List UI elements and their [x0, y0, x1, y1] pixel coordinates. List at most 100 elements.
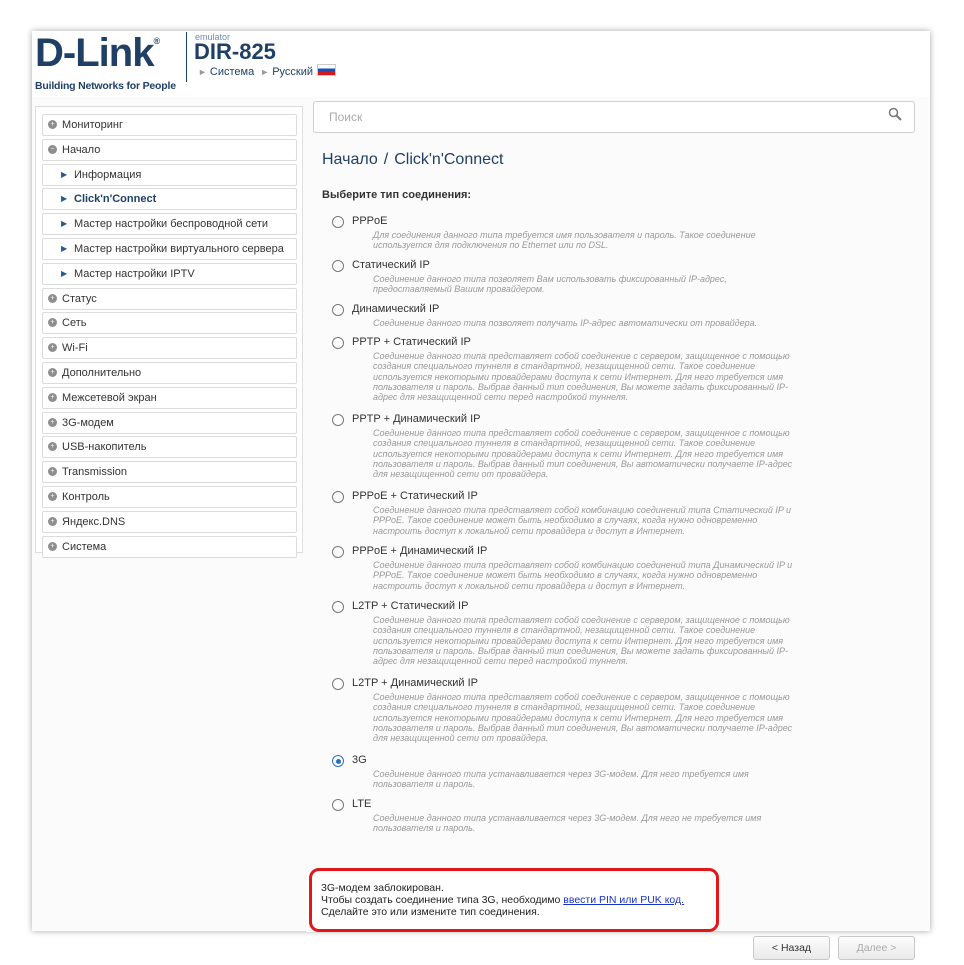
chevron-right-icon: ►	[260, 67, 270, 77]
description-line: используется для подключения по Ethernet…	[373, 240, 609, 251]
section-title: Выберите тип соединения:	[322, 189, 472, 201]
radio-button[interactable]	[332, 601, 344, 613]
option-name[interactable]: PPPoE + Статический IP	[352, 490, 478, 502]
option-name[interactable]: PPTP + Статический IP	[352, 336, 471, 348]
description-line: Соединение данного типа представляет соб…	[373, 692, 790, 702]
description-line: пользователя и пароль. Выбрав данный тип…	[373, 722, 793, 733]
option-name[interactable]: L2TP + Динамический IP	[352, 677, 478, 689]
description-line: создания специального туннеля в стандарт…	[373, 438, 756, 449]
description-line: адрес для незащищенной сети перед настро…	[373, 392, 629, 403]
sidebar-item[interactable]: + Мониторинг	[42, 114, 297, 136]
option-name[interactable]: PPTP + Динамический IP	[352, 413, 480, 425]
option-description: Соединение данного типа представляет соб…	[373, 428, 843, 479]
header: D-Link® Building Networks for People emu…	[32, 31, 930, 97]
triangle-right-icon: ▶	[61, 219, 68, 229]
description-line: настроить доступ к локальной сети провай…	[373, 580, 686, 591]
option-description: Соединение данного типа устанавливается …	[373, 769, 843, 790]
description-line: Соединение данного типа представляет соб…	[373, 428, 790, 438]
radio-button[interactable]	[332, 216, 344, 228]
radio-button[interactable]	[332, 414, 344, 426]
dlink-logo: D-Link® Building Networks for People	[35, 33, 176, 92]
option-name[interactable]: PPPoE	[352, 215, 387, 227]
sidebar-item[interactable]: ▶ Мастер настройки беспроводной сети	[42, 213, 297, 236]
sidebar-item-label: Яндекс.DNS	[62, 515, 126, 528]
header-divider	[186, 32, 187, 82]
triangle-right-icon: ▶	[61, 194, 68, 204]
sidebar-item-label: USB-накопитель	[62, 441, 147, 454]
sidebar: + Мониторинг − Начало ▶ Информация ▶ Click'n'Co…	[35, 106, 303, 558]
description-line: Соединение данного типа позволяет Вам ис…	[373, 274, 727, 284]
search-input[interactable]	[327, 109, 871, 125]
sidebar-menu: + Мониторинг − Начало ▶ Информация ▶ Click'n'Co…	[42, 114, 297, 560]
description-line: Соединение данного типа устанавливается …	[373, 769, 749, 779]
sidebar-item-label: Начало	[62, 143, 101, 156]
main-content: Начало / Click'n'Connect Выберите тип соед…	[306, 97, 930, 960]
description-line: Соединение данного типа устанавливается …	[373, 813, 762, 823]
system-link[interactable]: Система	[210, 66, 254, 78]
language-link[interactable]: Русский	[272, 66, 313, 78]
description-line: PPPoE. Такое соединение может быть необх…	[373, 515, 758, 526]
radio-button[interactable]	[332, 260, 344, 272]
sidebar-item[interactable]: + Дополнительно	[42, 361, 297, 384]
radio-button[interactable]	[332, 304, 344, 316]
expand-icon: +	[48, 343, 57, 353]
option-description: Соединение данного типа представляет соб…	[373, 560, 843, 591]
next-button[interactable]: Далее >	[838, 936, 915, 960]
sidebar-item[interactable]: ▶ Мастер настройки виртуального сервера	[42, 237, 297, 260]
option-description: Соединение данного типа представляет соб…	[373, 692, 843, 743]
sidebar-item[interactable]: − Начало	[42, 138, 297, 161]
sidebar-item[interactable]: + Сеть	[42, 312, 297, 335]
description-line: Соединение данного типа представляет соб…	[373, 351, 790, 361]
header-links: ► Система ► Русский	[195, 64, 337, 78]
sidebar-item[interactable]: + Transmission	[42, 461, 297, 484]
radio-button[interactable]	[332, 546, 344, 558]
russia-flag-icon[interactable]	[317, 64, 337, 76]
option-name[interactable]: PPPoE + Динамический IP	[352, 545, 487, 557]
radio-button[interactable]	[332, 337, 344, 349]
collapse-icon: −	[48, 144, 57, 154]
sidebar-item[interactable]: + Статус	[42, 287, 297, 310]
sidebar-item-label: Сеть	[62, 317, 87, 330]
option-name[interactable]: Динамический IP	[352, 303, 439, 315]
sidebar-item[interactable]: + Система	[42, 535, 297, 558]
sidebar-item[interactable]: + Контроль	[42, 485, 297, 508]
breadcrumb: Начало / Click'n'Connect	[322, 151, 503, 169]
description-line: пользователя и пароль. Выбрав данный тип…	[373, 458, 793, 469]
sidebar-item-label: Дополнительно	[62, 366, 142, 379]
sidebar-item[interactable]: ▶ Click'n'Connect	[42, 188, 297, 211]
breadcrumb-home[interactable]: Начало	[322, 151, 378, 168]
option-name[interactable]: L2TP + Статический IP	[352, 600, 468, 612]
radio-button[interactable]	[332, 491, 344, 503]
description-line: адрес для незащищенной сети перед настро…	[373, 656, 629, 667]
search-box[interactable]	[313, 101, 915, 133]
magnifier-icon[interactable]	[888, 107, 902, 121]
sidebar-item-label: Wi-Fi	[62, 342, 88, 355]
sidebar-item[interactable]: ▶ Информация	[42, 163, 297, 186]
option-name[interactable]: 3G	[352, 754, 367, 766]
radio-button[interactable]	[332, 799, 344, 811]
highlight-frame	[309, 868, 719, 932]
description-line: Соединение данного типа позволяет получа…	[373, 318, 758, 328]
expand-icon: +	[48, 293, 57, 303]
option-name[interactable]: LTE	[352, 798, 371, 810]
back-button[interactable]: < Назад	[753, 936, 830, 960]
expand-icon: +	[48, 491, 57, 501]
sidebar-item[interactable]: + Межсетевой экран	[42, 386, 297, 409]
expand-icon: +	[48, 541, 57, 551]
triangle-right-icon: ▶	[61, 169, 68, 179]
logo-tagline: Building Networks for People	[35, 80, 176, 92]
sidebar-item[interactable]: ▶ Мастер настройки IPTV	[42, 262, 297, 285]
description-line: для незащищенной сети от провайдера.	[373, 733, 549, 744]
option-name[interactable]: Статический IP	[352, 259, 430, 271]
radio-button-checked[interactable]	[332, 755, 344, 767]
sidebar-item[interactable]: + Яндекс.DNS	[42, 510, 297, 533]
radio-button[interactable]	[332, 678, 344, 690]
description-line: пользователя и пароль.	[373, 823, 476, 834]
sidebar-item[interactable]: + Wi-Fi	[42, 337, 297, 360]
expand-icon: +	[48, 442, 57, 452]
description-line: пользователя и пароль. Выбрав данный тип…	[373, 645, 789, 656]
expand-icon: +	[48, 367, 57, 377]
sidebar-item[interactable]: +3G-модем	[42, 411, 297, 434]
option-description: Соединение данного типа устанавливается …	[373, 813, 843, 834]
sidebar-item[interactable]: + USB-накопитель	[42, 436, 297, 459]
